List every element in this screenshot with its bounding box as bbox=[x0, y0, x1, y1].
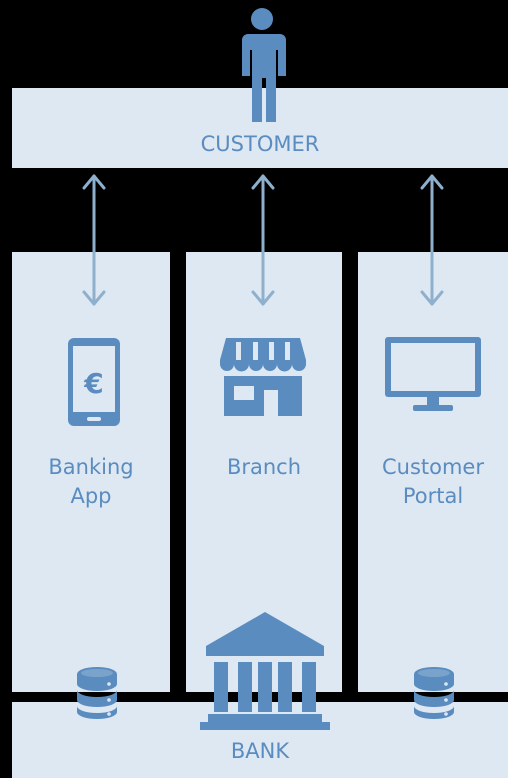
arrow-customer-portal bbox=[420, 174, 444, 306]
monitor-icon bbox=[385, 337, 481, 411]
arrow-branch bbox=[251, 174, 275, 306]
customer-label: CUSTOMER bbox=[200, 132, 320, 156]
storefront-icon bbox=[220, 338, 306, 416]
smartphone-euro-icon: € bbox=[68, 338, 120, 426]
branch-label: Branch bbox=[226, 455, 302, 479]
customer-portal-label: Customer Portal bbox=[381, 455, 484, 508]
person-icon bbox=[242, 8, 286, 122]
database-icon bbox=[77, 667, 117, 719]
connector-arrows bbox=[82, 174, 444, 306]
euro-symbol: € bbox=[83, 367, 103, 400]
database-icon bbox=[414, 667, 454, 719]
bank-label: BANK bbox=[230, 739, 290, 763]
arrow-banking-app bbox=[82, 174, 106, 306]
bank-building-icon bbox=[200, 612, 330, 730]
banking-app-label: Banking App bbox=[48, 455, 134, 508]
